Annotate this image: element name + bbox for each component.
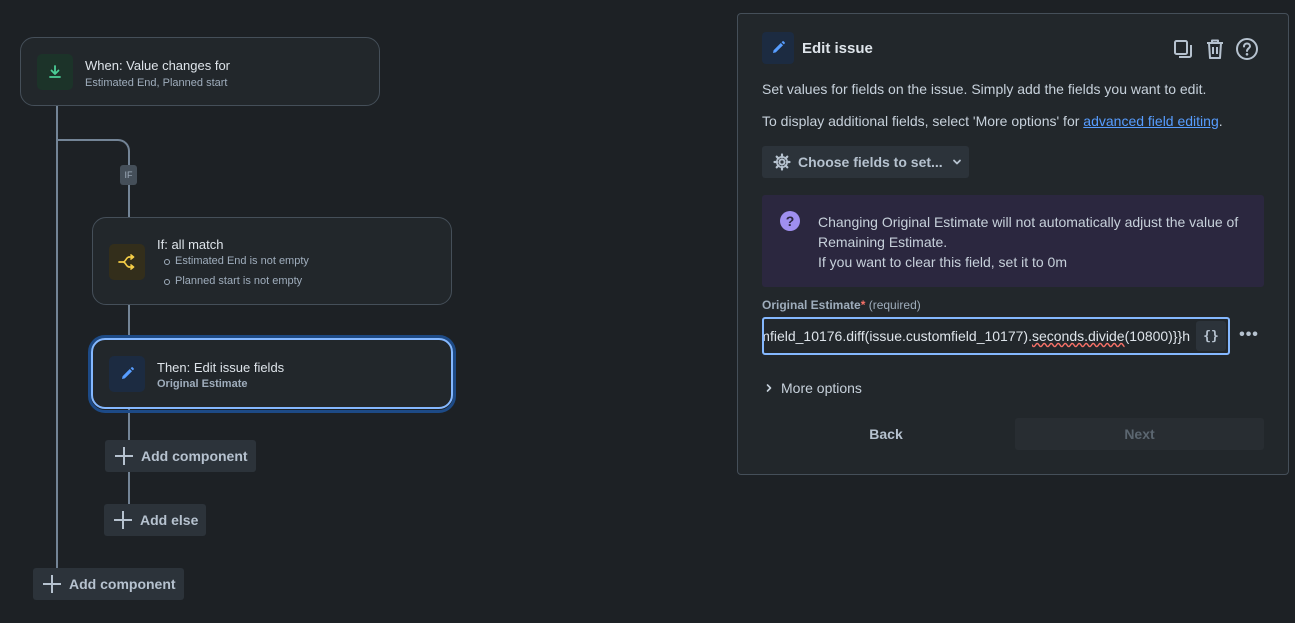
info-line: Changing Original Estimate will not auto… (818, 214, 1239, 230)
required-asterisk: * (860, 298, 866, 312)
chevron-down-icon (951, 156, 963, 168)
description-suffix: . (1218, 113, 1223, 129)
choose-fields-button[interactable]: Choose fields to set... (762, 146, 969, 178)
panel-description-2: To display additional fields, select 'Mo… (762, 113, 1223, 129)
condition-item: Planned start is not empty (163, 275, 303, 287)
panel-title: Edit issue (802, 40, 873, 57)
info-line: Remaining Estimate. (818, 234, 948, 250)
connector-branch-vertical-lower (128, 304, 130, 338)
connector-branch-vertical-top (128, 157, 130, 165)
value-prefix: mfield_10176.diff(issue.customfield_1017… (762, 328, 1032, 344)
pencil-icon (109, 356, 145, 392)
trigger-subtitle: Estimated End, Planned start (85, 77, 228, 89)
action-card[interactable]: Then: Edit issue fields Original Estimat… (91, 338, 453, 409)
connector-branch-vertical-mid (128, 185, 130, 218)
chevron-right-icon (764, 383, 774, 393)
plus-icon (114, 511, 132, 529)
add-component-label: Add component (141, 448, 248, 464)
add-component-button-outer[interactable]: Add component (33, 568, 184, 600)
value-misspelled: seconds.divide (1031, 328, 1125, 344)
question-circle-icon: ? (780, 211, 800, 231)
connector-main-vertical (56, 105, 58, 583)
required-hint: (required) (868, 298, 921, 312)
original-estimate-label: Original Estimate* (required) (762, 298, 921, 312)
more-options-label: More options (781, 380, 862, 396)
condition-card[interactable]: If: all match Estimated End is not empty… (92, 217, 452, 305)
field-label-text: Original Estimate (762, 298, 861, 312)
next-button[interactable]: Next (1015, 418, 1264, 450)
help-icon[interactable] (1234, 36, 1260, 62)
original-estimate-input[interactable]: mfield_10176.diff(issue.customfield_1017… (762, 317, 1230, 355)
more-options-toggle[interactable]: More options (764, 380, 862, 396)
duplicate-icon[interactable] (1170, 36, 1196, 62)
original-estimate-value: mfield_10176.diff(issue.customfield_1017… (762, 328, 1190, 344)
trash-icon[interactable] (1202, 36, 1228, 62)
value-suffix: (10800)}}h (1124, 328, 1190, 344)
info-line: If you want to clear this field, set it … (818, 254, 1067, 270)
connector-branch-curve (110, 139, 130, 159)
trigger-card[interactable]: When: Value changes for Estimated End, P… (20, 37, 380, 106)
more-actions-icon[interactable]: ••• (1238, 320, 1260, 350)
trigger-download-icon (37, 54, 73, 90)
panel-description-1: Set values for fields on the issue. Simp… (762, 81, 1207, 97)
back-button[interactable]: Back (762, 418, 1010, 450)
add-component-label: Add component (69, 576, 176, 592)
info-message: ? Changing Original Estimate will not au… (762, 195, 1264, 287)
plus-icon (115, 447, 133, 465)
description-prefix: To display additional fields, select 'Mo… (762, 113, 1084, 129)
add-else-label: Add else (140, 512, 199, 528)
if-badge: IF (120, 165, 137, 185)
info-text: Changing Original Estimate will not auto… (818, 212, 1238, 272)
pencil-icon (762, 32, 794, 64)
condition-item: Estimated End is not empty (164, 255, 309, 267)
plus-icon (43, 575, 61, 593)
add-else-button[interactable]: Add else (104, 504, 206, 536)
choose-fields-label: Choose fields to set... (798, 154, 943, 170)
connector-branch-horizontal (56, 139, 116, 141)
trigger-title: When: Value changes for (85, 58, 231, 73)
branch-icon (109, 244, 145, 280)
smart-values-button[interactable]: {} (1196, 321, 1226, 351)
action-subtitle: Original Estimate (157, 378, 248, 390)
advanced-field-editing-link[interactable]: advanced field editing (1083, 113, 1218, 129)
gear-icon (772, 152, 792, 172)
add-component-button-inner[interactable]: Add component (105, 440, 256, 472)
condition-title: If: all match (157, 237, 224, 252)
action-title: Then: Edit issue fields (157, 360, 285, 375)
edit-issue-panel: Edit issue Set values for fields on the … (737, 13, 1289, 475)
